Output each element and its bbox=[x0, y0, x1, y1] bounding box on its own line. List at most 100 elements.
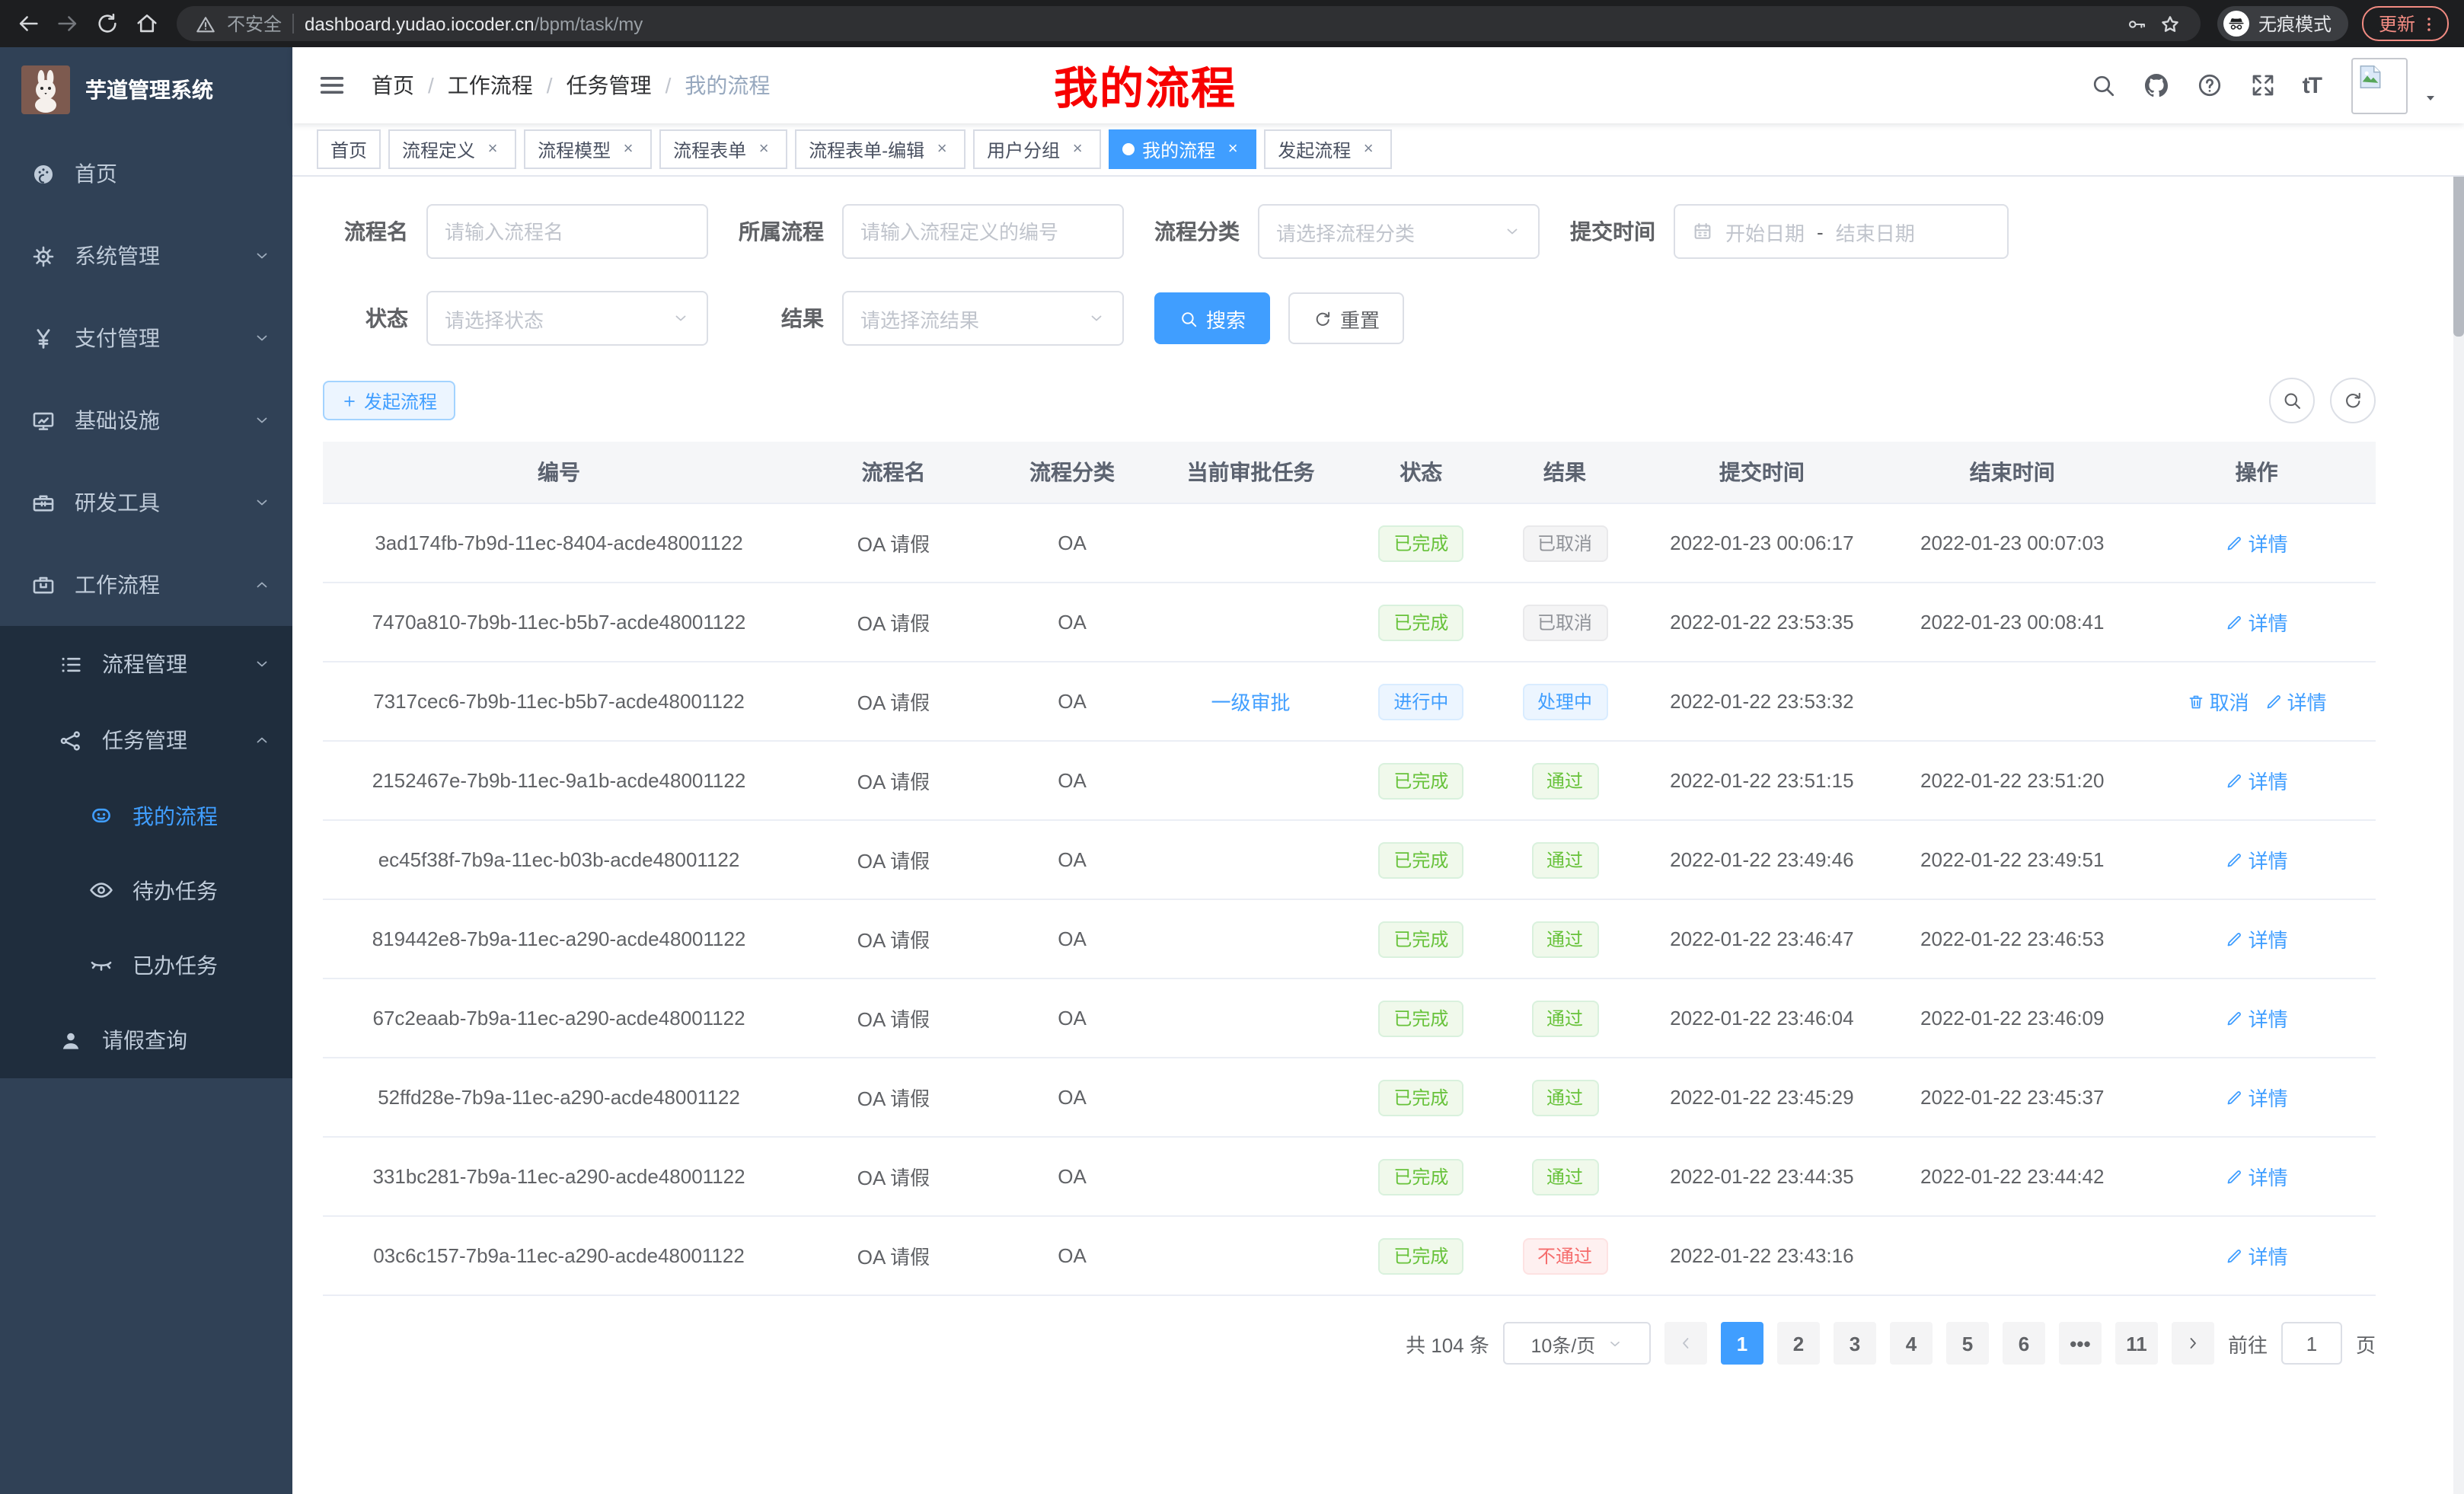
back-icon[interactable] bbox=[15, 11, 41, 37]
detail-link[interactable]: 详情 bbox=[2226, 1241, 2288, 1270]
detail-link[interactable]: 详情 bbox=[2226, 845, 2288, 874]
goto-page-input[interactable] bbox=[2281, 1322, 2342, 1365]
yen-icon bbox=[30, 325, 56, 351]
pager-page[interactable]: 6 bbox=[2003, 1322, 2045, 1365]
search-button[interactable]: 搜索 bbox=[1154, 292, 1270, 344]
pager-page[interactable]: 1 bbox=[1721, 1322, 1763, 1365]
sidebar-item[interactable]: 工作流程 bbox=[0, 544, 292, 626]
sidebar-item[interactable]: 流程管理 bbox=[0, 626, 292, 702]
pager-page[interactable]: 5 bbox=[1946, 1322, 1989, 1365]
search-icon[interactable] bbox=[2089, 72, 2117, 99]
tab[interactable]: 发起流程 × bbox=[1264, 129, 1392, 169]
close-icon[interactable]: × bbox=[483, 139, 503, 159]
pager-page[interactable]: 4 bbox=[1890, 1322, 1933, 1365]
github-icon[interactable] bbox=[2143, 72, 2170, 99]
address-bar[interactable]: 不安全 dashboard.yudao.iocoder.cn/bpm/task/… bbox=[177, 6, 2201, 41]
close-icon[interactable]: × bbox=[618, 139, 638, 159]
breadcrumb-item[interactable]: 任务管理 bbox=[567, 70, 652, 101]
close-icon[interactable]: × bbox=[754, 139, 774, 159]
detail-link[interactable]: 详情 bbox=[2226, 608, 2288, 637]
row-id: 67c2eaab-7b9a-11ec-a290-acde48001122 bbox=[323, 978, 795, 1058]
close-icon[interactable]: × bbox=[932, 139, 952, 159]
tab[interactable]: 首页 bbox=[317, 129, 381, 169]
eye-icon bbox=[88, 877, 114, 903]
close-icon[interactable]: × bbox=[1223, 139, 1243, 159]
category-select[interactable]: 请选择流程分类 bbox=[1258, 204, 1540, 259]
pager-next-button[interactable] bbox=[2172, 1322, 2214, 1365]
tab-active[interactable]: 我的流程× bbox=[1109, 129, 1256, 169]
column-header: 结果 bbox=[1493, 442, 1637, 503]
reload-icon[interactable] bbox=[94, 11, 120, 37]
detail-link[interactable]: 详情 bbox=[2265, 687, 2327, 716]
sidebar-item[interactable]: 请假查询 bbox=[0, 1002, 292, 1078]
pager-more[interactable]: ••• bbox=[2059, 1322, 2102, 1365]
detail-link[interactable]: 详情 bbox=[2226, 1162, 2288, 1191]
breadcrumb-item[interactable]: 工作流程 bbox=[448, 70, 533, 101]
url-text[interactable]: dashboard.yudao.iocoder.cn/bpm/task/my bbox=[305, 13, 643, 34]
caret-down-icon[interactable] bbox=[2421, 88, 2440, 107]
reset-button[interactable]: 重置 bbox=[1288, 292, 1404, 344]
show-search-button[interactable] bbox=[2269, 378, 2315, 423]
close-icon[interactable]: × bbox=[1358, 139, 1378, 159]
status-select[interactable]: 请选择状态 bbox=[426, 291, 708, 346]
detail-link[interactable]: 详情 bbox=[2226, 924, 2288, 953]
process-def-input[interactable] bbox=[842, 204, 1124, 259]
tab[interactable]: 流程模型× bbox=[524, 129, 652, 169]
tab[interactable]: 流程定义× bbox=[388, 129, 516, 169]
row-actions: 详情 bbox=[2137, 820, 2376, 899]
tab[interactable]: 流程表单× bbox=[659, 129, 787, 169]
sidebar-item[interactable]: 研发工具 bbox=[0, 461, 292, 544]
pager-page[interactable]: 2 bbox=[1777, 1322, 1820, 1365]
forward-icon[interactable] bbox=[55, 11, 81, 37]
breadcrumb-separator: / bbox=[428, 73, 434, 97]
sidebar-item[interactable]: 已办任务 bbox=[0, 927, 292, 1002]
tab[interactable]: 用户分组× bbox=[973, 129, 1101, 169]
close-icon[interactable]: × bbox=[1068, 139, 1087, 159]
hamburger-icon[interactable] bbox=[317, 70, 347, 101]
process-name-input[interactable] bbox=[426, 204, 708, 259]
detail-link[interactable]: 详情 bbox=[2226, 528, 2288, 557]
browser-update-button[interactable]: 更新 bbox=[2362, 6, 2449, 41]
detail-link[interactable]: 详情 bbox=[2226, 766, 2288, 795]
pager-page[interactable]: 3 bbox=[1834, 1322, 1876, 1365]
create-process-button[interactable]: 发起流程 bbox=[323, 381, 455, 420]
security-label[interactable]: 不安全 bbox=[227, 11, 282, 37]
sidebar-item[interactable]: 系统管理 bbox=[0, 215, 292, 297]
detail-link[interactable]: 详情 bbox=[2226, 1083, 2288, 1112]
sidebar-item[interactable]: 支付管理 bbox=[0, 297, 292, 379]
chevron-down-icon bbox=[1087, 309, 1106, 327]
font-size-icon[interactable]: tT bbox=[2303, 72, 2321, 98]
avatar[interactable] bbox=[2351, 57, 2408, 113]
browser-menu-icon[interactable] bbox=[2418, 13, 2440, 34]
row-process-name: OA 请假 bbox=[795, 899, 992, 978]
pager-page[interactable]: 11 bbox=[2115, 1322, 2158, 1365]
row-end-time: 2022-01-22 23:49:51 bbox=[1887, 820, 2137, 899]
detail-link[interactable]: 详情 bbox=[2226, 1004, 2288, 1033]
sidebar-item[interactable]: 待办任务 bbox=[0, 853, 292, 927]
pager-prev-button[interactable] bbox=[1664, 1322, 1707, 1365]
tab-label: 发起流程 bbox=[1278, 136, 1351, 162]
sidebar-item[interactable]: 任务管理 bbox=[0, 702, 292, 778]
result-cell: 不通过 bbox=[1493, 1216, 1637, 1295]
result-cell: 已取消 bbox=[1493, 583, 1637, 662]
page-size-select[interactable]: 10条/页 bbox=[1503, 1322, 1651, 1365]
cancel-link[interactable]: 取消 bbox=[2187, 687, 2249, 716]
task-link[interactable]: 一级审批 bbox=[1211, 691, 1291, 714]
row-actions: 详情 bbox=[2137, 583, 2376, 662]
result-select[interactable]: 请选择流结果 bbox=[842, 291, 1124, 346]
sidebar-item-label: 待办任务 bbox=[132, 875, 218, 905]
page-scrollbar[interactable] bbox=[2453, 47, 2464, 1494]
help-icon[interactable] bbox=[2196, 72, 2223, 99]
sidebar-item[interactable]: 首页 bbox=[0, 132, 292, 215]
fullscreen-icon[interactable] bbox=[2249, 72, 2277, 99]
tab[interactable]: 流程表单-编辑× bbox=[795, 129, 965, 169]
key-icon[interactable] bbox=[2126, 13, 2147, 34]
app-logo[interactable]: 芋道管理系统 bbox=[0, 47, 292, 132]
home-icon[interactable] bbox=[134, 11, 160, 37]
breadcrumb-item[interactable]: 首页 bbox=[372, 70, 414, 101]
sidebar-item-active[interactable]: 我的流程 bbox=[0, 778, 292, 853]
bookmark-star-icon[interactable] bbox=[2158, 11, 2182, 36]
sidebar-item[interactable]: 基础设施 bbox=[0, 379, 292, 461]
refresh-table-button[interactable] bbox=[2330, 378, 2376, 423]
submit-time-range-picker[interactable]: 开始日期 - 结束日期 bbox=[1674, 204, 2009, 259]
